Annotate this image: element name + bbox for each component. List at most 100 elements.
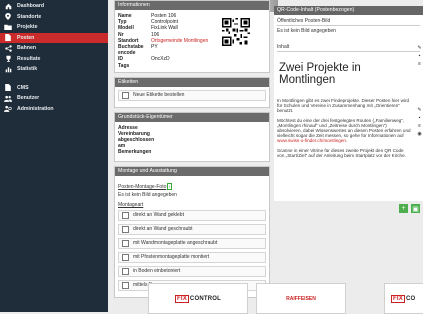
montageart-option[interactable]: direkt an Wand geschraubt xyxy=(118,223,266,235)
sidebar-item-dashboard[interactable]: Dashboard xyxy=(0,1,108,12)
delete-icon[interactable]: ▪ xyxy=(419,53,421,59)
checkbox-box[interactable] xyxy=(122,253,129,261)
fix-mark: FIX xyxy=(174,294,189,303)
option-label: direkt an Wand geklebt xyxy=(133,212,184,219)
montage-panel: Montage und Ausstattung Posten-Montage-F… xyxy=(114,165,270,298)
sidebar-item-label: CMS xyxy=(17,84,29,91)
sidebar-item-statistik[interactable]: Statistik xyxy=(0,64,108,75)
checkbox-box[interactable] xyxy=(122,267,129,275)
checkbox-box[interactable] xyxy=(122,239,129,247)
list-icon[interactable]: ≡ xyxy=(418,123,421,129)
info-key: Tags xyxy=(118,62,130,69)
delete-icon[interactable]: ▪ xyxy=(419,115,421,121)
info-value: PY xyxy=(151,44,158,51)
montage-foto-heading: Posten-Montage-Foto i xyxy=(118,182,266,190)
bar-chart-icon xyxy=(3,65,13,73)
content-paragraph: Scanne in einer Vitrine für dieses zweit… xyxy=(277,147,406,158)
qr-content-panel: QR-Code-Inhalt (Postenbezogen) Öffentlic… xyxy=(274,0,423,312)
sidebar-item-resultate[interactable]: Resultate xyxy=(0,54,108,65)
pencil-icon[interactable]: ✎ xyxy=(417,45,421,51)
panel-title: Informationen xyxy=(115,1,269,10)
etiketten-panel: Etiketten Neue Etikette bestellen xyxy=(114,76,270,108)
sidebar-item-label: Projekte xyxy=(17,24,38,31)
panel-title: QR-Code-Inhalt (Postenbezogen) xyxy=(274,6,423,15)
export-button[interactable]: ▣ xyxy=(411,204,420,213)
eye-icon[interactable]: ◉ xyxy=(417,131,421,137)
montageart-option[interactable]: in Boden einbetoniert xyxy=(118,265,266,277)
sidebar-item-label: Statistik xyxy=(17,66,38,73)
sidebar: Dashboard Standorte Projekte Posten Bahn… xyxy=(0,0,108,312)
option-label: mit Pfostenmontageplatte montiert xyxy=(133,254,210,261)
sidebar-item-label: Posten xyxy=(17,34,35,41)
info-value: OncXzD xyxy=(151,56,170,63)
share-icon xyxy=(3,44,13,52)
sidebar-item-administration[interactable]: Administration xyxy=(0,104,108,115)
montage-foto-text: Es ist kein Bild angegeben xyxy=(118,191,177,198)
fix-mark: FIX xyxy=(391,294,405,303)
content-title: Zwei Projekte in Montlingen xyxy=(279,62,361,86)
logo-text: CONTROL xyxy=(189,295,221,302)
list-icon[interactable]: ≡ xyxy=(418,61,421,67)
paragraph-text: Möchtest du eine der drei festgelegten R… xyxy=(277,117,411,139)
option-label: mit Wandmontageplatte angeschraubt xyxy=(133,240,218,247)
pencil-icon[interactable]: ✎ xyxy=(417,107,421,113)
sidebar-item-label: Bahnen xyxy=(17,45,37,52)
montageart-heading: Montageart xyxy=(118,201,144,208)
checkbox-box[interactable] xyxy=(122,211,129,219)
folder-icon xyxy=(3,23,13,31)
checkbox-box[interactable] xyxy=(122,225,129,233)
info-row: Tags xyxy=(118,63,266,69)
sidebar-item-posten[interactable]: Posten xyxy=(0,32,108,43)
main-column: Informationen Name Posten 106 Typ Controlp… xyxy=(114,0,270,312)
option-label: direkt an Wand geschraubt xyxy=(133,226,193,233)
logo-text: RAIFFEISEN xyxy=(286,295,316,302)
add-button[interactable]: + xyxy=(399,204,408,213)
panel-title: Etiketten xyxy=(115,77,269,87)
sidebar-item-label: Benutzer xyxy=(17,95,40,102)
content-paragraph: Möchtest du eine der drei festgelegten R… xyxy=(277,118,412,144)
montageart-option[interactable]: mit Wandmontageplatte angeschraubt xyxy=(118,237,266,249)
sidebar-item-benutzer[interactable]: Benutzer xyxy=(0,93,108,104)
document-icon xyxy=(3,34,13,42)
checkbox-label: Neue Etikette bestellen xyxy=(133,92,185,99)
info-icon[interactable]: i xyxy=(167,182,173,190)
inhalt-heading: Inhalt xyxy=(277,44,420,52)
qr-code xyxy=(222,18,250,46)
fix-control-logo-2: FIX CO xyxy=(384,283,423,314)
admin-icon xyxy=(3,105,13,113)
checkbox-box[interactable] xyxy=(122,91,129,99)
map-pin-icon xyxy=(3,13,13,21)
etikette-bestellen-checkbox[interactable]: Neue Etikette bestellen xyxy=(118,89,266,101)
panel-title: Montage und Ausstattung xyxy=(115,166,269,176)
trophy-icon xyxy=(3,55,13,63)
standort-link[interactable]: Ortsgemeinde Montlingen xyxy=(151,38,208,44)
panel-title: Grundstück-Eigentümer xyxy=(115,112,269,122)
paragraph-text: . xyxy=(345,138,348,144)
home-icon xyxy=(3,2,13,10)
sponsor-logos: FIX CONTROL RAIFFEISEN FIX CO xyxy=(148,283,423,314)
edit-tools: ✎ ▪ ≡ xyxy=(417,45,422,67)
sidebar-item-standorte[interactable]: Standorte xyxy=(0,12,108,23)
file-icon xyxy=(3,84,13,92)
montageart-option[interactable]: direkt an Wand geklebt xyxy=(118,209,266,221)
content-paragraph: In Montlingen gibt es zwei Findeprojekte… xyxy=(277,98,410,114)
sidebar-item-label: Dashboard xyxy=(17,3,45,10)
raiffeisen-logo: RAIFFEISEN xyxy=(256,283,346,314)
sidebar-item-projekte[interactable]: Projekte xyxy=(0,22,108,33)
montlingen-link[interactable]: www.swiss-o-finder.ch/montlingen xyxy=(277,138,346,143)
sidebar-item-cms[interactable]: CMS xyxy=(0,83,108,94)
sidebar-item-label: Standorte xyxy=(17,13,42,20)
sidebar-item-label: Resultate xyxy=(17,55,41,62)
sidebar-item-label: Administration xyxy=(17,105,54,112)
sidebar-item-bahnen[interactable]: Bahnen xyxy=(0,43,108,54)
users-icon xyxy=(3,94,13,102)
edit-tools: ✎ ▪ ≡ ◉ xyxy=(417,107,422,137)
montageart-option[interactable]: mit Pfostenmontageplatte montiert xyxy=(118,251,266,263)
bild-heading: Öffentliches Posten-Bild xyxy=(277,18,420,26)
checkbox-box[interactable] xyxy=(122,281,129,289)
meta-label: Bemerkungen xyxy=(118,148,152,155)
bild-text: Es ist kein Bild angegeben xyxy=(277,28,336,34)
option-label: in Boden einbetoniert xyxy=(133,268,181,275)
montage-foto-title: Posten-Montage-Foto xyxy=(118,183,167,190)
fix-control-logo: FIX CONTROL xyxy=(148,283,248,314)
